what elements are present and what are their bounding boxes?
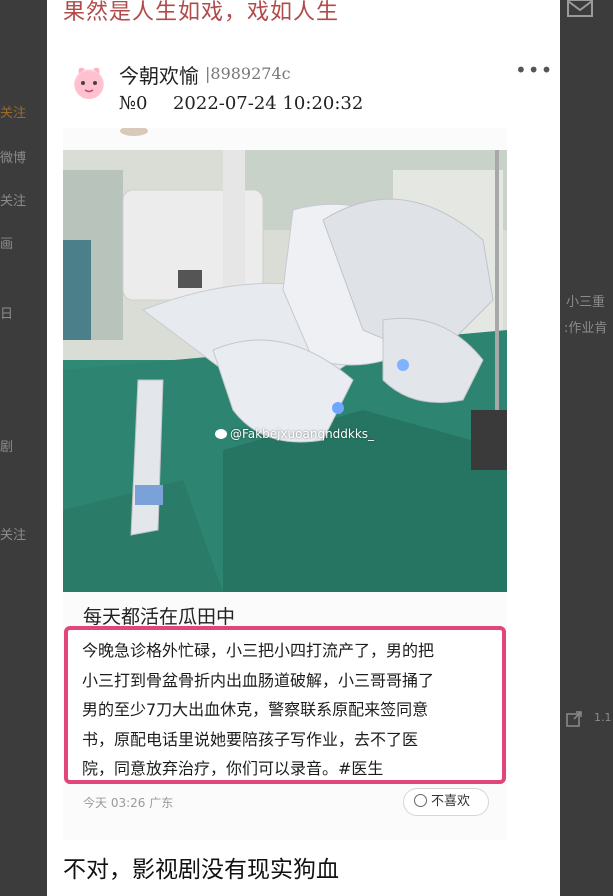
comment-text: 不对，影视剧没有现实狗血 xyxy=(63,857,339,883)
dislike-label: 不喜欢 xyxy=(431,794,471,809)
author-name[interactable]: 今朝欢愉 xyxy=(119,60,199,89)
embedded-heading: 每天都活在瓜田中 xyxy=(83,606,236,628)
bg-weibo-label: 微博 xyxy=(0,151,27,166)
avatar[interactable] xyxy=(67,60,111,104)
bg-text-fragment: 剧 xyxy=(0,440,14,455)
embedded-post-image[interactable]: @Fakbejxuoanqnddkks_ 每天都活在瓜田中 今晚急诊格外忙碌，小… xyxy=(63,128,507,840)
bg-follow-label: 关注 xyxy=(0,528,27,543)
background-right-panel xyxy=(560,0,613,896)
share-icon[interactable] xyxy=(566,711,582,727)
embedded-time-location: 今天 03:26 广东 xyxy=(83,796,174,810)
quote-line: 院，同意放弃治疗，你们可以录音。#医生 xyxy=(82,759,384,779)
bg-text-fragment: 小三重 xyxy=(566,295,606,310)
post-meta: №0 2022-07-24 10:20:32 xyxy=(119,93,363,114)
bg-text-fragment: 日 xyxy=(0,307,14,322)
avatar-character-icon xyxy=(75,67,103,99)
quote-line: 书，原配电话里说她要陪孩子写作业，去不了医 xyxy=(82,729,419,749)
bg-text-fragment: :作业肯 xyxy=(564,321,608,336)
post-card: 果然是人生如戏，戏如人生 今朝欢愉 |8989274c ••• №0 2022-… xyxy=(47,0,560,896)
floor-number: №0 xyxy=(119,93,148,114)
more-icon[interactable]: ••• xyxy=(515,58,553,82)
watermark: @Fakbejxuoanqnddkks_ xyxy=(215,427,374,441)
watermark-text: @Fakbejxuoanqnddkks_ xyxy=(230,427,375,441)
weibo-icon xyxy=(215,429,227,439)
mail-icon[interactable] xyxy=(566,0,594,18)
quote-line: 小三打到骨盆骨折内出血肠道破解，小三哥哥捅了 xyxy=(82,670,435,690)
dislike-button[interactable]: 不喜欢 xyxy=(403,788,489,816)
post-title: 果然是人生如戏，戏如人生 xyxy=(63,0,340,25)
quote-line: 今晚急诊格外忙碌，小三把小四打流产了，男的把 xyxy=(82,641,435,660)
partial-avatar-fragment xyxy=(120,128,148,136)
bg-text-fragment: 画 xyxy=(0,237,14,252)
post-datetime: 2022-07-24 10:20:32 xyxy=(172,93,364,114)
operating-room-photo xyxy=(63,150,507,592)
bg-count: 1.1 xyxy=(594,711,612,724)
highlighted-quote: 今晚急诊格外忙碌，小三把小四打流产了，男的把 小三打到骨盆骨折内出血肠道破解，小… xyxy=(64,626,506,784)
dislike-icon xyxy=(414,794,427,807)
quote-line: 男的至少7刀大出血休克，警察联系原配来签同意 xyxy=(82,700,429,720)
bg-follow-label: 关注 xyxy=(0,194,27,209)
author-id: |8989274c xyxy=(205,64,291,83)
bg-follow-label: 关注 xyxy=(0,106,27,121)
